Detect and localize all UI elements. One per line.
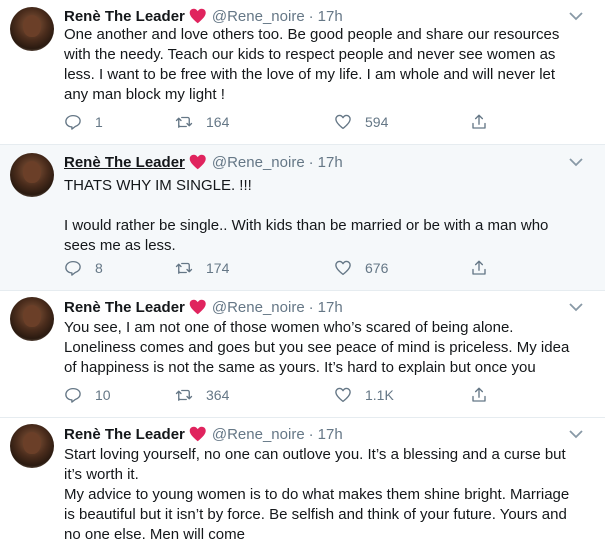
tweet-text-line: My advice to young women is to do what m…: [64, 486, 570, 503]
retweet-count: 174: [206, 260, 230, 276]
user-handle[interactable]: @Rene_noire: [212, 426, 305, 443]
share-icon: [472, 387, 486, 402]
share-button[interactable]: [470, 386, 488, 404]
timestamp[interactable]: 17h: [318, 299, 343, 316]
like-icon: [335, 114, 351, 130]
like-button[interactable]: 676: [334, 259, 388, 277]
retweet-count: 364: [206, 387, 230, 403]
display-name[interactable]: Renè The Leader: [64, 426, 185, 443]
tweet-text-line: Start loving yourself, no one can outlov…: [64, 446, 566, 463]
share-button[interactable]: [470, 113, 488, 131]
timestamp[interactable]: 17h: [318, 154, 343, 171]
like-count: 1.1K: [365, 387, 394, 403]
red-heart-emoji-icon: [189, 8, 207, 24]
tweet-header: Renè The Leader @Rene_noire · 17h: [64, 297, 343, 317]
tweet-text-line: of happiness is not the same as yours. I…: [64, 359, 536, 376]
tweet-actions: 1 164 594: [64, 112, 494, 132]
retweet-button[interactable]: 174: [175, 259, 229, 277]
like-icon: [335, 387, 351, 403]
tweet-header: Renè The Leader @Rene_noire · 17h: [64, 424, 343, 444]
tweet[interactable]: Renè The Leader @Rene_noire · 17h You se…: [0, 291, 605, 418]
chevron-down-icon[interactable]: [569, 157, 583, 167]
reply-icon: [65, 260, 81, 276]
retweet-icon: [175, 116, 193, 128]
tweet-header: Renè The Leader @Rene_noire · 17h: [64, 152, 343, 172]
retweet-button[interactable]: 364: [175, 386, 229, 404]
avatar[interactable]: [10, 153, 54, 197]
tweet-text-line: You see, I am not one of those women who…: [64, 319, 514, 336]
tweet-text-line: it’s worth it.: [64, 466, 139, 483]
tweet-text: One another and love others too. Be good…: [64, 25, 584, 105]
tweet-actions: 10 364 1.1K: [64, 385, 494, 405]
avatar[interactable]: [10, 297, 54, 341]
reply-icon: [65, 114, 81, 130]
tweet-feed: Renè The Leader @Rene_noire · 17h One an…: [0, 0, 605, 550]
tweet-text-line: One another and love others too. Be good…: [64, 26, 560, 43]
user-handle[interactable]: @Rene_noire: [212, 299, 305, 316]
chevron-down-icon[interactable]: [569, 11, 583, 21]
reply-count: 1: [95, 114, 103, 130]
reply-count: 10: [95, 387, 111, 403]
user-handle[interactable]: @Rene_noire: [212, 8, 305, 25]
avatar[interactable]: [10, 424, 54, 468]
timestamp[interactable]: 17h: [318, 8, 343, 25]
retweet-icon: [175, 389, 193, 401]
reply-count: 8: [95, 260, 103, 276]
tweet-text-line: sees me as less.: [64, 237, 176, 254]
separator-dot: ·: [308, 425, 314, 443]
display-name[interactable]: Renè The Leader: [64, 8, 185, 25]
tweet-text-line: Loneliness comes and goes but you see pe…: [64, 339, 570, 356]
tweet-text-line: I would rather be single.. With kids tha…: [64, 217, 549, 234]
tweet[interactable]: Renè The Leader @Rene_noire · 17h Start …: [0, 418, 605, 550]
reply-icon: [65, 387, 81, 403]
retweet-icon: [175, 262, 193, 274]
tweet-actions: 8 174 676: [64, 258, 494, 278]
tweet-text-line: [64, 196, 584, 216]
like-count: 676: [365, 260, 389, 276]
share-icon: [472, 114, 486, 129]
tweet-text: You see, I am not one of those women who…: [64, 318, 584, 378]
share-button[interactable]: [470, 259, 488, 277]
tweet-text-line: THATS WHY IM SINGLE. !!!: [64, 177, 252, 194]
reply-button[interactable]: 8: [64, 259, 103, 277]
tweet-text-line: any man block my light !: [64, 86, 225, 103]
user-handle[interactable]: @Rene_noire: [212, 154, 305, 171]
chevron-down-icon[interactable]: [569, 302, 583, 312]
tweet-header: Renè The Leader @Rene_noire · 17h: [64, 6, 343, 26]
red-heart-emoji-icon: [189, 426, 207, 442]
tweet-text-line: is beautiful but it isn’t by force. Be s…: [64, 506, 567, 523]
display-name[interactable]: Renè The Leader: [64, 299, 185, 316]
tweet-text: Start loving yourself, no one can outlov…: [64, 445, 584, 545]
tweet-text-line: less. I want to be free with the love of…: [64, 66, 556, 83]
chevron-down-icon[interactable]: [569, 429, 583, 439]
tweet[interactable]: Renè The Leader @Rene_noire · 17h One an…: [0, 0, 605, 145]
tweet-text-line: no one else. Men will come: [64, 526, 245, 543]
red-heart-emoji-icon: [189, 299, 207, 315]
tweet-text: THATS WHY IM SINGLE. !!! I would rather …: [64, 176, 584, 256]
retweet-button[interactable]: 164: [175, 113, 229, 131]
retweet-count: 164: [206, 114, 230, 130]
like-count: 594: [365, 114, 389, 130]
like-button[interactable]: 1.1K: [334, 386, 394, 404]
avatar[interactable]: [10, 7, 54, 51]
tweet-text-line: with the needy. Teach our kids to respec…: [64, 46, 556, 63]
like-icon: [335, 260, 351, 276]
separator-dot: ·: [308, 7, 314, 25]
share-icon: [472, 260, 486, 275]
red-heart-emoji-icon: [189, 154, 207, 170]
display-name[interactable]: Renè The Leader: [64, 154, 185, 171]
reply-button[interactable]: 10: [64, 386, 111, 404]
separator-dot: ·: [308, 298, 314, 316]
timestamp[interactable]: 17h: [318, 426, 343, 443]
separator-dot: ·: [308, 153, 314, 171]
like-button[interactable]: 594: [334, 113, 388, 131]
tweet[interactable]: Renè The Leader @Rene_noire · 17h THATS …: [0, 145, 605, 291]
reply-button[interactable]: 1: [64, 113, 103, 131]
